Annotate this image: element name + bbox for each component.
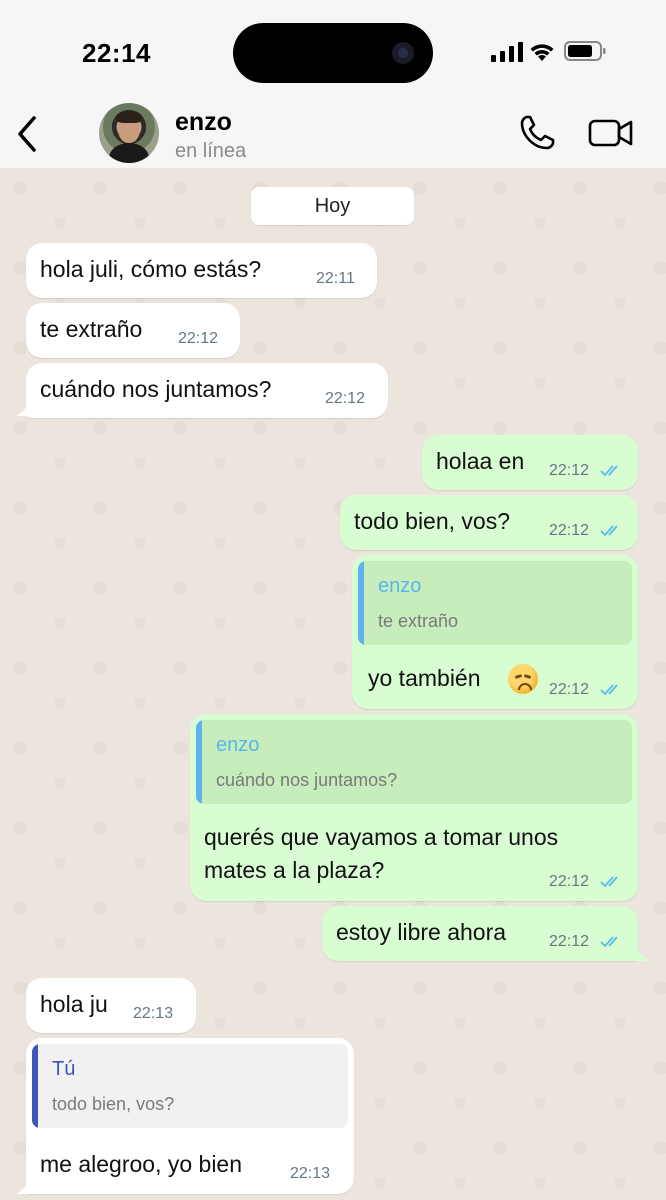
- chat-header: enzo en línea: [0, 100, 666, 168]
- quote-author: enzo: [378, 575, 422, 597]
- message-time: 22:11: [316, 270, 355, 287]
- status-time: 22:14: [82, 38, 151, 68]
- quote-text: te extraño: [378, 611, 459, 631]
- back-chevron-icon[interactable]: [14, 114, 40, 154]
- outgoing-reply-message[interactable]: enzo te extraño yo también 22:12: [352, 555, 638, 709]
- message-text: te extraño: [40, 316, 143, 342]
- message-text: hola ju: [40, 991, 108, 1017]
- read-ticks-icon: [600, 876, 618, 888]
- message-text: hola juli, cómo estás?: [40, 256, 262, 282]
- incoming-message[interactable]: cuándo nos juntamos? 22:12: [26, 363, 388, 418]
- message-text: yo también: [368, 665, 481, 691]
- status-bar: 22:14: [0, 0, 666, 100]
- camera-icon: [392, 42, 414, 64]
- quote-author: enzo: [216, 734, 260, 756]
- quote-accent-bar: [196, 720, 202, 804]
- incoming-message[interactable]: te extraño 22:12: [26, 303, 240, 358]
- outgoing-message[interactable]: todo bien, vos? 22:12: [340, 495, 638, 550]
- contact-name[interactable]: enzo: [175, 108, 232, 137]
- wifi-icon: [530, 44, 554, 61]
- message-time: 22:13: [290, 1165, 331, 1182]
- message-time: 22:12: [549, 933, 590, 950]
- message-time: 22:13: [133, 1005, 174, 1022]
- message-text-line: querés que vayamos a tomar unos: [204, 824, 559, 850]
- message-time: 22:12: [549, 462, 590, 479]
- incoming-message[interactable]: hola juli, cómo estás? 22:11: [26, 243, 377, 298]
- bubble-tail: [636, 947, 650, 961]
- date-separator: Hoy: [251, 187, 414, 225]
- message-text: holaa en: [436, 448, 525, 474]
- read-ticks-icon: [600, 525, 618, 537]
- message-text-line: mates a la plaza?: [204, 857, 385, 883]
- bubble-tail: [16, 1180, 30, 1194]
- battery-icon: [564, 41, 606, 61]
- read-ticks-icon: [600, 936, 618, 948]
- dynamic-island: [233, 23, 433, 83]
- quote-accent-bar: [32, 1044, 38, 1128]
- video-call-icon[interactable]: [588, 116, 634, 150]
- contact-status: en línea: [175, 140, 247, 162]
- message-list[interactable]: Hoy hola juli, cómo estás? 22:11 te extr…: [0, 168, 666, 1200]
- message-time: 22:12: [178, 330, 219, 347]
- quote-text: todo bien, vos?: [52, 1094, 175, 1114]
- message-text: todo bien, vos?: [354, 508, 511, 534]
- contact-avatar[interactable]: [99, 103, 159, 163]
- message-time: 22:12: [549, 522, 590, 539]
- message-text: estoy libre ahora: [336, 919, 507, 945]
- quoted-message[interactable]: Tú todo bien, vos?: [32, 1044, 348, 1128]
- disappointed-face-emoji: [508, 664, 538, 694]
- quote-text: cuándo nos juntamos?: [216, 770, 398, 790]
- quoted-message[interactable]: enzo te extraño: [358, 561, 632, 645]
- read-ticks-icon: [600, 684, 618, 696]
- read-ticks-icon: [600, 465, 618, 477]
- outgoing-reply-message[interactable]: enzo cuándo nos juntamos? querés que vay…: [190, 714, 638, 901]
- phone-call-icon[interactable]: [518, 114, 556, 152]
- incoming-message[interactable]: hola ju 22:13: [26, 978, 196, 1033]
- message-time: 22:12: [549, 681, 590, 698]
- message-text: me alegroo, yo bien: [40, 1151, 243, 1177]
- outgoing-message[interactable]: holaa en 22:12: [422, 435, 638, 490]
- quoted-message[interactable]: enzo cuándo nos juntamos?: [196, 720, 632, 804]
- message-time: 22:12: [549, 873, 590, 890]
- incoming-reply-message[interactable]: Tú todo bien, vos? me alegroo, yo bien 2…: [26, 1038, 354, 1194]
- outgoing-message[interactable]: estoy libre ahora 22:12: [322, 906, 638, 961]
- message-time: 22:12: [325, 390, 366, 407]
- message-text: cuándo nos juntamos?: [40, 376, 272, 402]
- quote-accent-bar: [358, 561, 364, 645]
- quote-author: Tú: [52, 1058, 76, 1080]
- cellular-signal-icon: [491, 42, 523, 62]
